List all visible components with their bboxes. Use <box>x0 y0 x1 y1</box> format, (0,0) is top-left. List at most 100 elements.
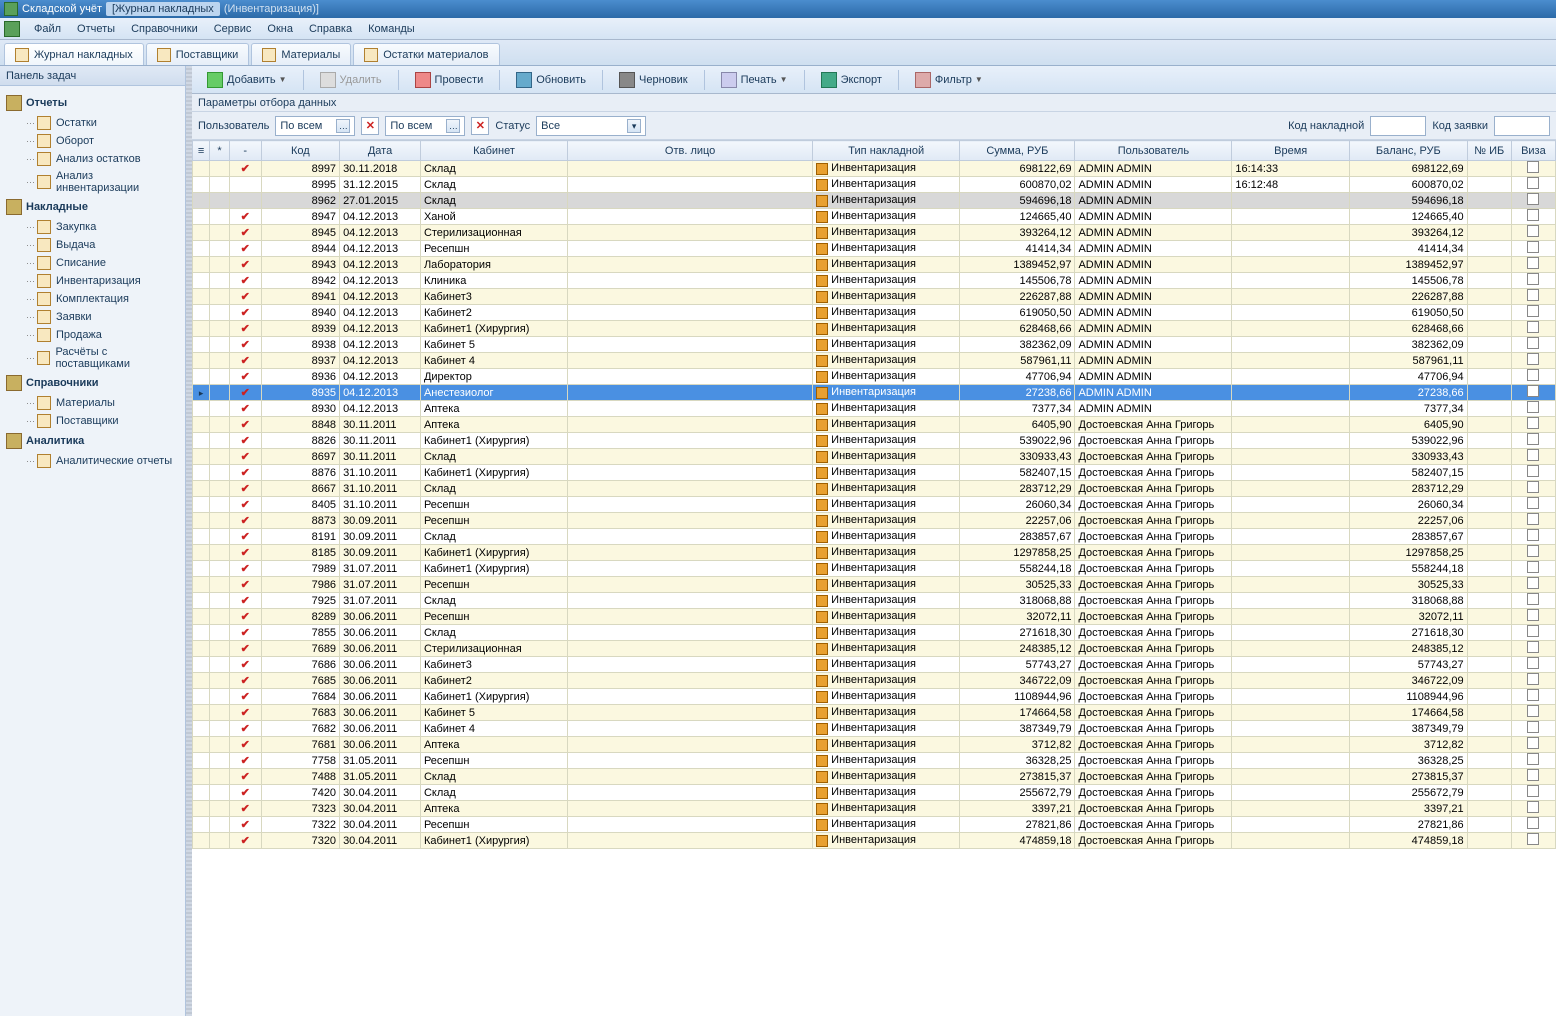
visa-checkbox[interactable] <box>1527 689 1539 701</box>
visa-checkbox[interactable] <box>1527 625 1539 637</box>
table-row[interactable]: ✔894504.12.2013СтерилизационнаяИнвентари… <box>193 225 1556 241</box>
table-row[interactable]: ▸✔893504.12.2013АнестезиологИнвентаризац… <box>193 385 1556 401</box>
visa-checkbox[interactable] <box>1527 193 1539 205</box>
invoice-code-input[interactable] <box>1370 116 1426 136</box>
menu-отчеты[interactable]: Отчеты <box>69 21 123 37</box>
table-row[interactable]: ✔775831.05.2011РесепшнИнвентаризация3632… <box>193 753 1556 769</box>
print-button[interactable]: Печать▼ <box>712 69 797 91</box>
col-type[interactable]: Тип накладной <box>813 141 960 161</box>
table-row[interactable]: ✔768330.06.2011Кабинет 5Инвентаризация17… <box>193 705 1556 721</box>
tree-item[interactable]: ⋯Остатки <box>4 114 181 132</box>
table-row[interactable]: ✔894104.12.2013Кабинет3Инвентаризация226… <box>193 289 1556 305</box>
table-row[interactable]: ✔840531.10.2011РесепшнИнвентаризация2606… <box>193 497 1556 513</box>
visa-checkbox[interactable] <box>1527 657 1539 669</box>
visa-checkbox[interactable] <box>1527 545 1539 557</box>
tab-поставщики[interactable]: Поставщики <box>146 43 250 65</box>
visa-checkbox[interactable] <box>1527 497 1539 509</box>
col-resp[interactable]: Отв. лицо <box>568 141 813 161</box>
col-date[interactable]: Дата <box>340 141 421 161</box>
tree-item[interactable]: ⋯Выдача <box>4 236 181 254</box>
visa-checkbox[interactable] <box>1527 385 1539 397</box>
export-button[interactable]: Экспорт <box>812 69 891 91</box>
tree-item[interactable]: ⋯Аналитические отчеты <box>4 452 181 470</box>
table-row[interactable]: ✔768430.06.2011Кабинет1 (Хирургия)Инвент… <box>193 689 1556 705</box>
visa-checkbox[interactable] <box>1527 337 1539 349</box>
dropdown-icon[interactable]: ▾ <box>627 119 641 133</box>
visa-checkbox[interactable] <box>1527 369 1539 381</box>
tab-остатки-материалов[interactable]: Остатки материалов <box>353 43 499 65</box>
table-row[interactable]: ✔732330.04.2011АптекаИнвентаризация3397,… <box>193 801 1556 817</box>
tree-group[interactable]: Накладные <box>4 196 181 218</box>
data-grid[interactable]: ≡ * - Код Дата Кабинет Отв. лицо Тип нак… <box>192 140 1556 1016</box>
table-row[interactable]: ✔798631.07.2011РесепшнИнвентаризация3052… <box>193 577 1556 593</box>
draft-button[interactable]: Черновик <box>610 69 697 91</box>
visa-checkbox[interactable] <box>1527 321 1539 333</box>
visa-checkbox[interactable] <box>1527 833 1539 845</box>
tree-item[interactable]: ⋯Списание <box>4 254 181 272</box>
table-row[interactable]: ✔894204.12.2013КлиникаИнвентаризация1455… <box>193 273 1556 289</box>
table-row[interactable]: ✔893604.12.2013ДиректорИнвентаризация477… <box>193 369 1556 385</box>
col-visa[interactable]: Виза <box>1511 141 1555 161</box>
visa-checkbox[interactable] <box>1527 417 1539 429</box>
table-row[interactable]: ✔893904.12.2013Кабинет1 (Хирургия)Инвент… <box>193 321 1556 337</box>
tree-group[interactable]: Справочники <box>4 372 181 394</box>
visa-checkbox[interactable] <box>1527 401 1539 413</box>
clear-combo2-button[interactable]: ✕ <box>471 117 489 135</box>
refresh-button[interactable]: Обновить <box>507 69 595 91</box>
col-star[interactable]: * <box>210 141 230 161</box>
table-row[interactable]: ✔748831.05.2011СкладИнвентаризация273815… <box>193 769 1556 785</box>
table-row[interactable]: ✔798931.07.2011Кабинет1 (Хирургия)Инвент… <box>193 561 1556 577</box>
tree-group[interactable]: Аналитика <box>4 430 181 452</box>
table-row[interactable]: ✔768130.06.2011АптекаИнвентаризация3712,… <box>193 737 1556 753</box>
visa-checkbox[interactable] <box>1527 577 1539 589</box>
visa-checkbox[interactable] <box>1527 225 1539 237</box>
menu-сервис[interactable]: Сервис <box>206 21 260 37</box>
tree-item[interactable]: ⋯Заявки <box>4 308 181 326</box>
table-row[interactable]: ✔887631.10.2011Кабинет1 (Хирургия)Инвент… <box>193 465 1556 481</box>
table-row[interactable]: ✔768630.06.2011Кабинет3Инвентаризация577… <box>193 657 1556 673</box>
table-row[interactable]: ✔768530.06.2011Кабинет2Инвентаризация346… <box>193 673 1556 689</box>
col-user[interactable]: Пользователь <box>1075 141 1232 161</box>
col-ib[interactable]: № ИБ <box>1467 141 1511 161</box>
visa-checkbox[interactable] <box>1527 769 1539 781</box>
visa-checkbox[interactable] <box>1527 673 1539 685</box>
visa-checkbox[interactable] <box>1527 609 1539 621</box>
tree-item[interactable]: ⋯Оборот <box>4 132 181 150</box>
visa-checkbox[interactable] <box>1527 721 1539 733</box>
visa-checkbox[interactable] <box>1527 209 1539 221</box>
table-row[interactable]: 896227.01.2015СкладИнвентаризация594696,… <box>193 193 1556 209</box>
menu-окна[interactable]: Окна <box>259 21 301 37</box>
status-combo[interactable]: Все▾ <box>536 116 646 136</box>
col-bal[interactable]: Баланс, РУБ <box>1350 141 1468 161</box>
tree-item[interactable]: ⋯Продажа <box>4 326 181 344</box>
table-row[interactable]: ✔894704.12.2013ХанойИнвентаризация124665… <box>193 209 1556 225</box>
menu-файл[interactable]: Файл <box>26 21 69 37</box>
tree-item[interactable]: ⋯Анализ инвентаризации <box>4 168 181 196</box>
visa-checkbox[interactable] <box>1527 737 1539 749</box>
visa-checkbox[interactable] <box>1527 753 1539 765</box>
visa-checkbox[interactable] <box>1527 241 1539 253</box>
table-row[interactable]: ✔828930.06.2011РесепшнИнвентаризация3207… <box>193 609 1556 625</box>
post-button[interactable]: Провести <box>406 69 493 91</box>
menu-справочники[interactable]: Справочники <box>123 21 206 37</box>
visa-checkbox[interactable] <box>1527 305 1539 317</box>
col-code[interactable]: Код <box>261 141 339 161</box>
col-minus[interactable]: - <box>229 141 261 161</box>
delete-button[interactable]: Удалить <box>311 69 391 91</box>
tab-журнал-накладных[interactable]: Журнал накладных <box>4 43 144 65</box>
table-row[interactable]: ✔818530.09.2011Кабинет1 (Хирургия)Инвент… <box>193 545 1556 561</box>
clear-user-button[interactable]: ✕ <box>361 117 379 135</box>
visa-checkbox[interactable] <box>1527 705 1539 717</box>
active-doc-tab[interactable]: [Журнал накладных <box>106 2 220 16</box>
ellipsis-icon[interactable]: … <box>336 119 350 133</box>
table-row[interactable]: ✔894004.12.2013Кабинет2Инвентаризация619… <box>193 305 1556 321</box>
combo2[interactable]: По всем… <box>385 116 465 136</box>
visa-checkbox[interactable] <box>1527 785 1539 797</box>
table-row[interactable]: ✔792531.07.2011СкладИнвентаризация318068… <box>193 593 1556 609</box>
table-row[interactable]: 899531.12.2015СкладИнвентаризация600870,… <box>193 177 1556 193</box>
table-row[interactable]: ✔732030.04.2011Кабинет1 (Хирургия)Инвент… <box>193 833 1556 849</box>
table-row[interactable]: ✔869730.11.2011СкладИнвентаризация330933… <box>193 449 1556 465</box>
request-code-input[interactable] <box>1494 116 1550 136</box>
visa-checkbox[interactable] <box>1527 449 1539 461</box>
col-cab[interactable]: Кабинет <box>420 141 567 161</box>
